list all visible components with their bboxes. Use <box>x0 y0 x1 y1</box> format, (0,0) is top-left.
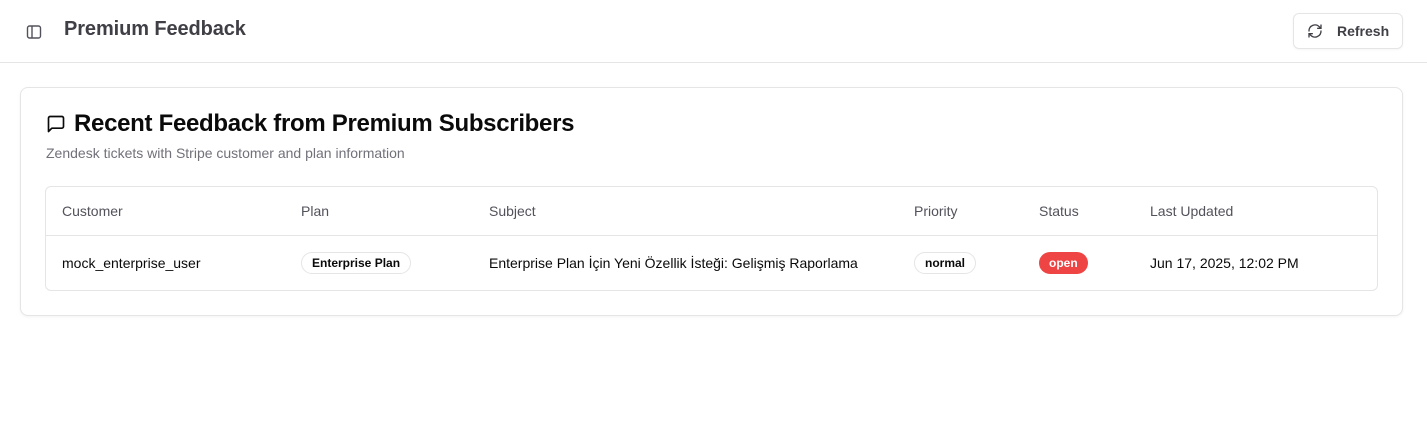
card-title: Recent Feedback from Premium Subscribers <box>74 110 575 137</box>
sidebar-toggle-button[interactable] <box>22 20 46 44</box>
status-badge: open <box>1039 252 1088 274</box>
plan-badge: Enterprise Plan <box>301 252 412 274</box>
card-subtitle: Zendesk tickets with Stripe customer and… <box>46 145 405 161</box>
column-header-customer: Customer <box>62 203 123 219</box>
priority-badge: normal <box>914 252 977 274</box>
feedback-table: Customer Plan Subject Priority Status La… <box>45 186 1378 291</box>
refresh-button-label: Refresh <box>1337 23 1390 39</box>
cell-last-updated: Jun 17, 2025, 12:02 PM <box>1150 255 1299 271</box>
page-title: Premium Feedback <box>64 18 246 40</box>
column-header-plan: Plan <box>301 203 330 219</box>
table-header: Customer Plan Subject Priority Status La… <box>46 187 1377 236</box>
refresh-icon <box>1308 24 1322 38</box>
message-square-icon <box>47 115 65 133</box>
cell-customer: mock_enterprise_user <box>62 255 201 271</box>
top-bar: Premium Feedback Refresh <box>0 0 1427 63</box>
cell-subject: Enterprise Plan İçin Yeni Özellik İsteği… <box>489 255 858 271</box>
column-header-status: Status <box>1039 203 1079 219</box>
table-row[interactable]: mock_enterprise_user Enterprise Plan Ent… <box>46 236 1377 290</box>
column-header-last-updated: Last Updated <box>1150 203 1234 219</box>
feedback-card: Recent Feedback from Premium Subscribers… <box>20 87 1403 316</box>
card-header: Recent Feedback from Premium Subscribers <box>46 110 574 138</box>
panel-left-icon <box>26 25 42 39</box>
column-header-priority: Priority <box>914 203 958 219</box>
column-header-subject: Subject <box>489 203 536 219</box>
refresh-button[interactable]: Refresh <box>1293 13 1403 49</box>
